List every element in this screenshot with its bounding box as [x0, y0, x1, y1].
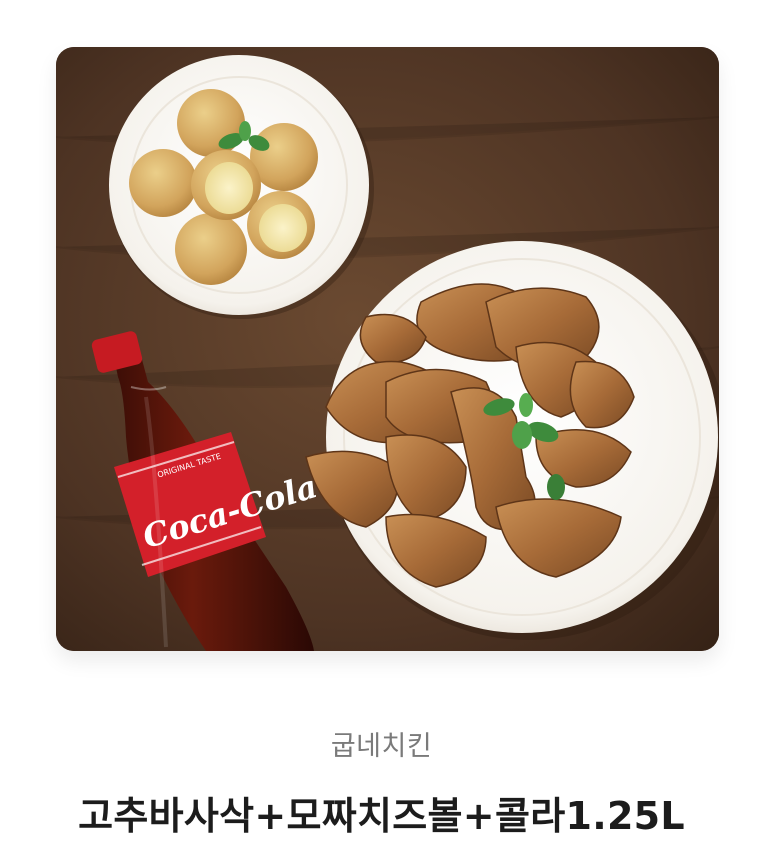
cheeseball — [175, 213, 247, 285]
product-title: 고추바사삭+모짜치즈볼+콜라1.25L — [78, 794, 685, 838]
product-image: Coca-Cola ORIGINAL TASTE — [56, 47, 719, 651]
cheeseball — [129, 149, 197, 217]
product-image-card[interactable]: Coca-Cola ORIGINAL TASTE — [56, 47, 719, 651]
brand-name: 굽네치킨 — [330, 731, 433, 762]
